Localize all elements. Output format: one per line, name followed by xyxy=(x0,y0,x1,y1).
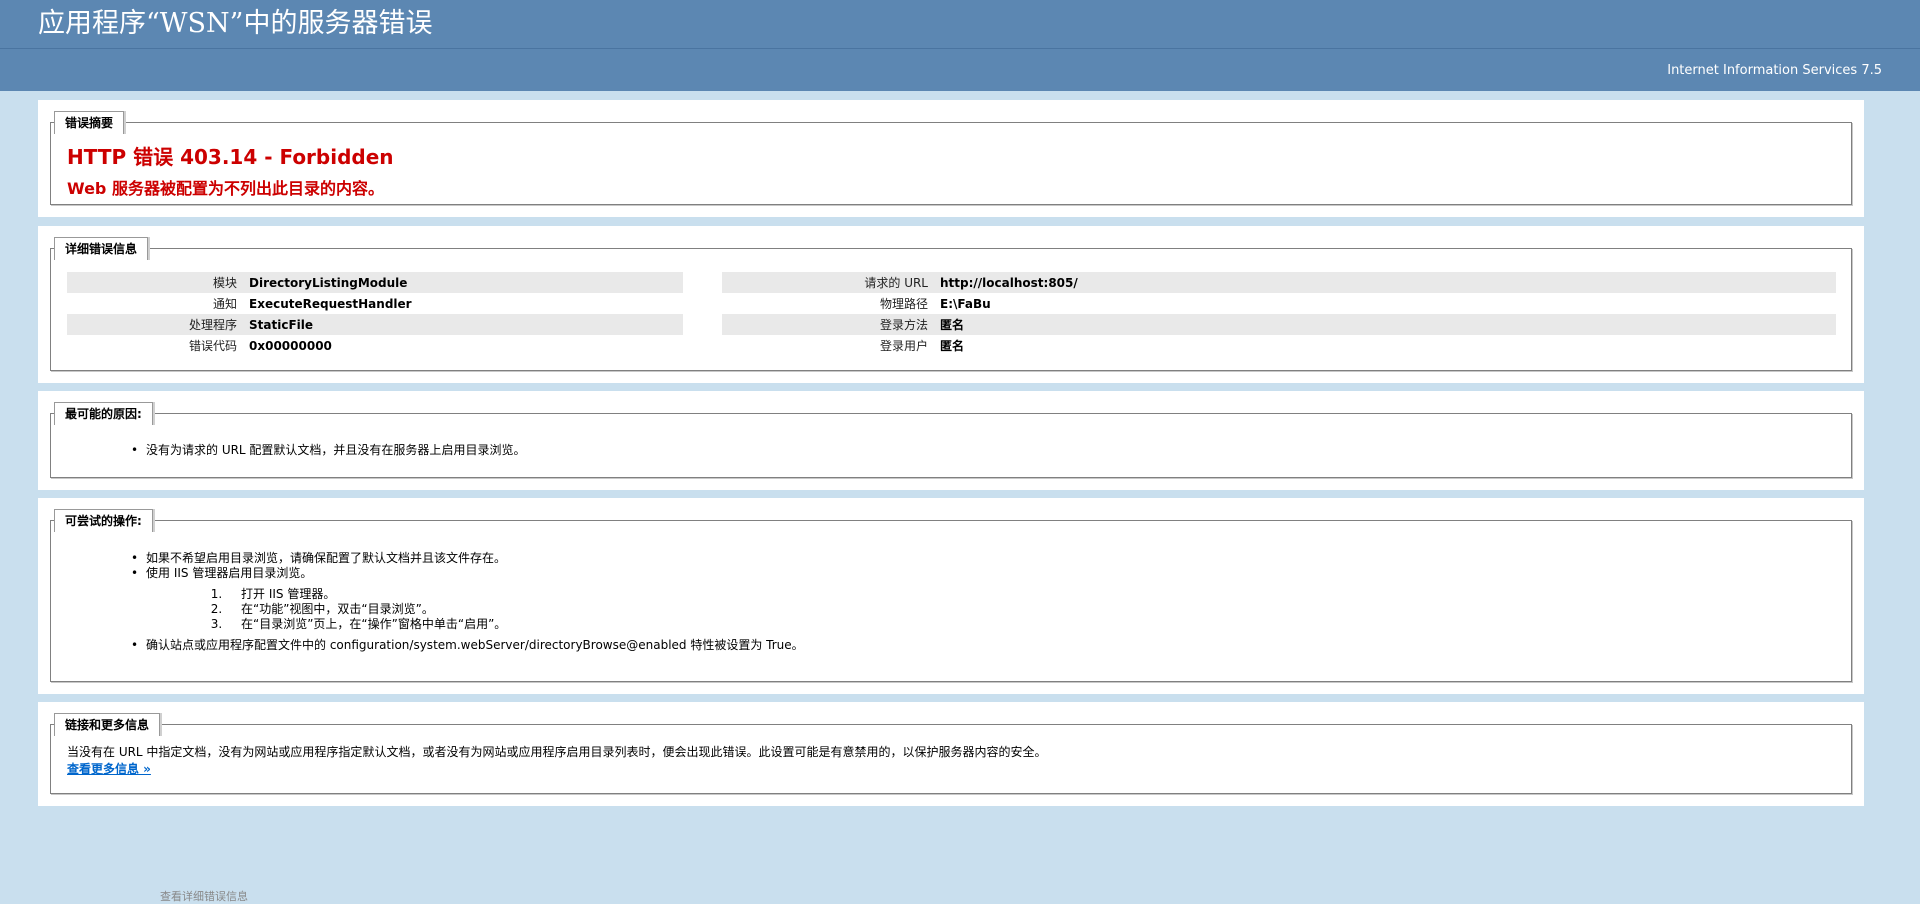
detail-row: 模块 DirectoryListingModule xyxy=(67,272,683,293)
links-legend: 链接和更多信息 xyxy=(54,713,161,736)
detail-label: 通知 xyxy=(212,297,237,311)
details-right-table: 请求的 URL http://localhost:805/ 物理路径 E:\Fa… xyxy=(722,272,1836,356)
detail-row: 物理路径 E:\FaBu xyxy=(722,293,1836,314)
detail-row: 登录方法 匿名 xyxy=(722,314,1836,335)
causes-legend: 最可能的原因: xyxy=(54,402,153,425)
detail-row: 请求的 URL http://localhost:805/ xyxy=(722,272,1836,293)
detail-value: DirectoryListingModule xyxy=(249,272,683,293)
action-item: 如果不希望启用目录浏览，请确保配置了默认文档并且该文件存在。 xyxy=(131,551,804,566)
product-name: Internet Information Services 7.5 xyxy=(1667,63,1882,78)
detail-label: 模块 xyxy=(67,272,249,293)
error-header: 应用程序“WSN”中的服务器错误 xyxy=(0,0,1920,49)
details-left-table: 模块 DirectoryListingModule 通知 ExecuteRequ… xyxy=(67,272,683,356)
detail-value: 匿名 xyxy=(940,339,965,353)
detail-label: 登录用户 xyxy=(879,339,928,353)
links-description: 当没有在 URL 中指定文档，没有为网站或应用程序指定默认文档，或者没有为网站或… xyxy=(67,745,1047,759)
action-item: 确认站点或应用程序配置文件中的 configuration/system.web… xyxy=(131,638,804,653)
action-steps: 打开 IIS 管理器。 在“功能”视图中，双击“目录浏览”。 在“目录浏览”页上… xyxy=(146,587,804,632)
detail-row: 通知 ExecuteRequestHandler xyxy=(67,293,683,314)
action-item-text: 使用 IIS 管理器启用目录浏览。 xyxy=(146,566,313,580)
details-section: 详细错误信息 模块 DirectoryListingModule 通知 Exec… xyxy=(38,226,1864,383)
detail-value: E:\FaBu xyxy=(940,296,991,311)
details-legend: 详细错误信息 xyxy=(54,237,149,260)
actions-legend: 可尝试的操作: xyxy=(54,509,153,532)
detail-value: 匿名 xyxy=(940,314,1836,335)
more-info-link[interactable]: 查看更多信息 » xyxy=(67,760,151,777)
error-title: HTTP 错误 403.14 - Forbidden xyxy=(67,145,394,169)
detail-label: 登录方法 xyxy=(722,314,940,335)
page-title: 应用程序“WSN”中的服务器错误 xyxy=(38,8,433,39)
summary-section: 错误摘要 HTTP 错误 403.14 - Forbidden Web 服务器被… xyxy=(38,100,1864,217)
detail-row: 处理程序 StaticFile xyxy=(67,314,683,335)
detail-value: http://localhost:805/ xyxy=(940,272,1836,293)
detail-value: ExecuteRequestHandler xyxy=(249,296,412,311)
detail-value: StaticFile xyxy=(249,314,683,335)
summary-legend: 错误摘要 xyxy=(54,111,125,134)
footer-link[interactable]: 查看详细错误信息 xyxy=(160,888,248,904)
detail-value: 0x00000000 xyxy=(249,338,332,353)
detail-label: 错误代码 xyxy=(188,339,237,353)
error-message: Web 服务器被配置为不列出此目录的内容。 xyxy=(67,179,384,198)
detail-label: 请求的 URL xyxy=(722,272,940,293)
step-item: 在“功能”视图中，双击“目录浏览”。 xyxy=(226,602,804,617)
detail-label: 处理程序 xyxy=(67,314,249,335)
action-item: 使用 IIS 管理器启用目录浏览。 打开 IIS 管理器。 在“功能”视图中，双… xyxy=(131,566,804,632)
detail-row: 登录用户 匿名 xyxy=(722,335,1836,356)
step-item: 在“目录浏览”页上，在“操作”窗格中单击“启用”。 xyxy=(226,617,804,632)
detail-row: 错误代码 0x00000000 xyxy=(67,335,683,356)
step-item: 打开 IIS 管理器。 xyxy=(226,587,804,602)
detail-label: 物理路径 xyxy=(879,297,928,311)
cause-item: 没有为请求的 URL 配置默认文档，并且没有在服务器上启用目录浏览。 xyxy=(131,443,525,458)
causes-section: 最可能的原因: 没有为请求的 URL 配置默认文档，并且没有在服务器上启用目录浏… xyxy=(38,391,1864,490)
actions-list: 如果不希望启用目录浏览，请确保配置了默认文档并且该文件存在。 使用 IIS 管理… xyxy=(131,551,804,653)
product-bar: Internet Information Services 7.5 xyxy=(0,49,1920,91)
actions-section: 可尝试的操作: 如果不希望启用目录浏览，请确保配置了默认文档并且该文件存在。 使… xyxy=(38,498,1864,694)
links-section: 链接和更多信息 当没有在 URL 中指定文档，没有为网站或应用程序指定默认文档，… xyxy=(38,702,1864,806)
causes-list: 没有为请求的 URL 配置默认文档，并且没有在服务器上启用目录浏览。 xyxy=(131,443,525,458)
